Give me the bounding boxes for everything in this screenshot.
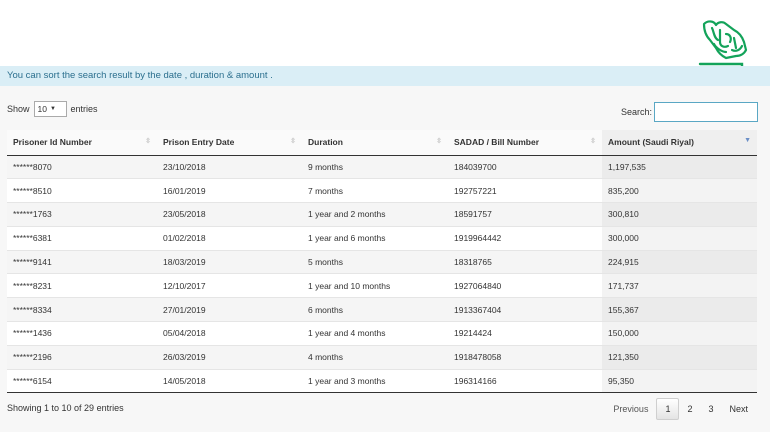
search-label: Search: <box>620 107 652 117</box>
pagination-page-2[interactable]: 2 <box>679 399 700 419</box>
table-row: ******1436 05/04/2018 1 year and 4 month… <box>7 321 757 346</box>
cell-entry-date: 27/01/2019 <box>157 297 302 322</box>
cell-entry-date: 26/03/2019 <box>157 344 302 370</box>
caret-down-icon: ▼ <box>49 106 56 112</box>
column-header-label: Duration <box>308 137 343 148</box>
pagination-page-3[interactable]: 3 <box>700 399 721 419</box>
cell-amount: 95,350 <box>602 368 757 394</box>
pagination: Previous 1 2 3 Next <box>605 398 756 420</box>
table-row: ******1763 23/05/2018 1 year and 2 month… <box>7 202 757 227</box>
cell-prisoner-id: ******9141 <box>7 249 157 274</box>
cell-duration: 7 months <box>302 178 448 203</box>
column-header-label: SADAD / Bill Number <box>454 137 540 148</box>
sort-descending-icon: ▼ <box>744 137 751 144</box>
sort-arrows-icon: ⇳ <box>590 138 596 145</box>
cell-amount: 150,000 <box>602 321 757 346</box>
cell-prisoner-id: ******8070 <box>7 154 157 179</box>
cell-bill-number: 1927064840 <box>448 273 602 298</box>
cell-prisoner-id: ******8510 <box>7 178 157 203</box>
cell-duration: 1 year and 2 months <box>302 202 448 227</box>
cell-bill-number: 1918478058 <box>448 344 602 370</box>
cell-duration: 1 year and 10 months <box>302 273 448 298</box>
cell-bill-number: 1919964442 <box>448 225 602 251</box>
cell-duration: 1 year and 4 months <box>302 321 448 346</box>
cell-amount: 224,915 <box>602 249 757 274</box>
cell-entry-date: 16/01/2019 <box>157 178 302 203</box>
cell-amount: 155,367 <box>602 297 757 322</box>
cell-amount: 300,000 <box>602 225 757 251</box>
cell-prisoner-id: ******8334 <box>7 297 157 322</box>
cell-prisoner-id: ******2196 <box>7 344 157 370</box>
table-row: ******8510 16/01/2019 7 months 192757221… <box>7 178 757 203</box>
table-row: ******8070 23/10/2018 9 months 184039700… <box>7 154 757 179</box>
cell-entry-date: 05/04/2018 <box>157 321 302 346</box>
cell-bill-number: 184039700 <box>448 154 602 179</box>
cell-entry-date: 12/10/2017 <box>157 273 302 298</box>
table-footer: Showing 1 to 10 of 29 entries Previous 1… <box>0 398 770 420</box>
table-row: ******6381 01/02/2018 1 year and 6 month… <box>7 225 757 251</box>
cell-duration: 4 months <box>302 344 448 370</box>
table-row: ******8334 27/01/2019 6 months 191336740… <box>7 297 757 322</box>
column-header-label: Prisoner Id Number <box>13 137 92 148</box>
page-length-control: Show 10 ▼ entries <box>7 101 98 117</box>
cell-entry-date: 23/05/2018 <box>157 202 302 227</box>
table-header-row: Prisoner Id Number ⇳ Prison Entry Date ⇳ D… <box>7 130 757 156</box>
table-row: ******2196 26/03/2019 4 months 191847805… <box>7 344 757 370</box>
table-row: ******8231 12/10/2017 1 year and 10 mont… <box>7 273 757 298</box>
cell-prisoner-id: ******1763 <box>7 202 157 227</box>
search-input[interactable] <box>654 102 758 122</box>
cell-prisoner-id: ******6381 <box>7 225 157 251</box>
show-label: Show <box>7 104 30 114</box>
pagination-page-1[interactable]: 1 <box>656 398 680 420</box>
column-header-label: Amount (Saudi Riyal) <box>608 137 694 148</box>
table-row: ******6154 14/05/2018 1 year and 3 month… <box>7 368 757 394</box>
cell-duration: 9 months <box>302 154 448 179</box>
saudi-map-logo-icon <box>698 20 752 70</box>
sort-arrows-icon: ⇳ <box>290 138 296 145</box>
cell-duration: 1 year and 3 months <box>302 368 448 394</box>
cell-amount: 835,200 <box>602 178 757 203</box>
results-table: Prisoner Id Number ⇳ Prison Entry Date ⇳ D… <box>7 130 757 394</box>
entries-summary: Showing 1 to 10 of 29 entries <box>7 403 124 413</box>
cell-bill-number: 1913367404 <box>448 297 602 322</box>
column-header-entry-date[interactable]: Prison Entry Date ⇳ <box>157 130 302 156</box>
table-controls: Show 10 ▼ entries Search: <box>0 98 770 124</box>
pagination-next[interactable]: Next <box>721 399 756 419</box>
cell-duration: 5 months <box>302 249 448 274</box>
cell-bill-number: 18591757 <box>448 202 602 227</box>
cell-bill-number: 192757221 <box>448 178 602 203</box>
cell-bill-number: 196314166 <box>448 368 602 394</box>
column-header-label: Prison Entry Date <box>163 137 235 148</box>
cell-entry-date: 01/02/2018 <box>157 225 302 251</box>
cell-entry-date: 18/03/2019 <box>157 249 302 274</box>
entries-label: entries <box>70 104 98 114</box>
cell-duration: 6 months <box>302 297 448 322</box>
column-header-prisoner-id[interactable]: Prisoner Id Number ⇳ <box>7 130 157 156</box>
cell-prisoner-id: ******8231 <box>7 273 157 298</box>
cell-amount: 300,810 <box>602 202 757 227</box>
cell-entry-date: 14/05/2018 <box>157 368 302 394</box>
search-control: Search: <box>621 102 758 122</box>
info-message-bar: You can sort the search result by the da… <box>0 66 770 86</box>
cell-bill-number: 19214424 <box>448 321 602 346</box>
sort-arrows-icon: ⇳ <box>145 138 151 145</box>
table-row: ******9141 18/03/2019 5 months 18318765 … <box>7 249 757 274</box>
cell-amount: 1,197,535 <box>602 154 757 179</box>
pagination-previous[interactable]: Previous <box>605 399 656 419</box>
cell-prisoner-id: ******1436 <box>7 321 157 346</box>
column-header-bill-number[interactable]: SADAD / Bill Number ⇳ <box>448 130 602 156</box>
cell-amount: 171,737 <box>602 273 757 298</box>
cell-prisoner-id: ******6154 <box>7 368 157 394</box>
sort-arrows-icon: ⇳ <box>436 138 442 145</box>
cell-bill-number: 18318765 <box>448 249 602 274</box>
column-header-amount[interactable]: Amount (Saudi Riyal) ▼ <box>602 130 757 156</box>
column-header-duration[interactable]: Duration ⇳ <box>302 130 448 156</box>
header-band <box>0 0 770 70</box>
cell-amount: 121,350 <box>602 344 757 370</box>
cell-entry-date: 23/10/2018 <box>157 154 302 179</box>
cell-duration: 1 year and 6 months <box>302 225 448 251</box>
page-length-select[interactable]: 10 ▼ <box>33 101 67 117</box>
page-length-value: 10 <box>37 104 47 114</box>
